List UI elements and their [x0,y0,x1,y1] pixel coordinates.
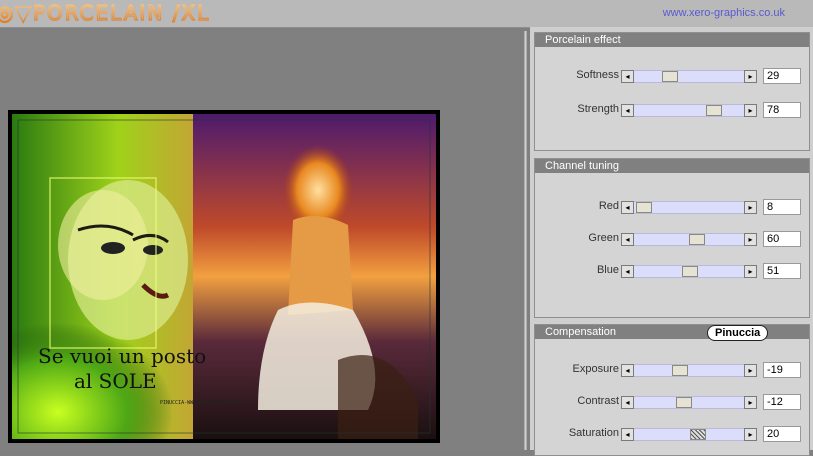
softness-value[interactable]: 29 [763,68,801,84]
softness-label: Softness [576,69,619,81]
exposure-thumb[interactable] [672,365,688,376]
blue-row: Blue ◂ ▸ 51 [535,263,809,279]
contrast-label: Contrast [577,395,619,407]
contrast-thumb[interactable] [676,397,692,408]
green-slider[interactable]: ◂ ▸ [621,233,757,246]
website-link[interactable]: www.xero-graphics.co.uk [663,7,785,19]
arrow-right-icon[interactable]: ▸ [744,233,757,246]
strength-label: Strength [577,103,619,115]
settings-panel: Porcelain effect Softness ◂ ▸ 29 Strengt… [530,27,813,456]
strength-row: Strength ◂ ▸ 78 [535,102,809,118]
blue-slider[interactable]: ◂ ▸ [621,265,757,278]
red-value[interactable]: 8 [763,199,801,215]
softness-slider[interactable]: ◂ ▸ [621,70,757,83]
arrow-right-icon[interactable]: ▸ [744,364,757,377]
exposure-row: Exposure ◂ ▸ -19 [535,362,809,378]
red-thumb[interactable] [636,202,652,213]
saturation-label: Saturation [568,427,619,439]
strength-thumb[interactable] [706,105,722,116]
image-caption-line1: Se vuoi un posto [38,344,206,368]
arrow-left-icon[interactable]: ◂ [621,428,634,441]
strength-value[interactable]: 78 [763,102,801,118]
red-label: Red [598,200,619,212]
arrow-right-icon[interactable]: ▸ [744,396,757,409]
saturation-row: Saturation ◂ ▸ 20 [535,426,809,442]
arrow-left-icon[interactable]: ◂ [621,233,634,246]
porcelain-effect-group: Porcelain effect Softness ◂ ▸ 29 Strengt… [534,32,810,151]
image-credit: PINUCCIA-WWW.MAIGNEGRAPHICS.IT [160,400,250,406]
arrow-right-icon[interactable]: ▸ [744,104,757,117]
exposure-value[interactable]: -19 [763,362,801,378]
green-row: Green ◂ ▸ 60 [535,231,809,247]
arrow-right-icon[interactable]: ▸ [744,428,757,441]
blue-value[interactable]: 51 [763,263,801,279]
exposure-label: Exposure [572,363,619,375]
arrow-right-icon[interactable]: ▸ [744,201,757,214]
red-row: Red ◂ ▸ 8 [535,199,809,215]
blue-thumb[interactable] [682,266,698,277]
contrast-slider[interactable]: ◂ ▸ [621,396,757,409]
arrow-left-icon[interactable]: ◂ [621,364,634,377]
contrast-value[interactable]: -12 [763,394,801,410]
red-slider[interactable]: ◂ ▸ [621,201,757,214]
porcelain-effect-title: Porcelain effect [535,33,809,47]
arrow-left-icon[interactable]: ◂ [621,70,634,83]
compensation-group: Compensation Pinuccia Exposure ◂ ▸ -19 C… [534,324,810,456]
softness-thumb[interactable] [662,71,678,82]
arrow-left-icon[interactable]: ◂ [621,265,634,278]
channel-tuning-title: Channel tuning [535,159,809,173]
preview-image: Se vuoi un posto al SOLE PINUCCIA-WWW.MA… [8,110,440,443]
green-value[interactable]: 60 [763,231,801,247]
pane-divider[interactable] [524,31,527,450]
saturation-value[interactable]: 20 [763,426,801,442]
softness-row: Softness ◂ ▸ 29 [535,68,809,84]
channel-tuning-group: Channel tuning Red ◂ ▸ 8 Green ◂ ▸ 60 Bl… [534,158,810,318]
green-label: Green [588,232,619,244]
compensation-title-text: Compensation [545,326,616,338]
arrow-right-icon[interactable]: ▸ [744,70,757,83]
exposure-slider[interactable]: ◂ ▸ [621,364,757,377]
image-caption-line2: al SOLE [74,369,157,393]
arrow-left-icon[interactable]: ◂ [621,201,634,214]
porcelain-xl-logo: ◎▼PORCELAIN /XL [0,0,265,26]
arrow-left-icon[interactable]: ◂ [621,396,634,409]
logo-text: ◎▼PORCELAIN /XL [0,1,210,25]
saturation-slider[interactable]: ◂ ▸ [621,428,757,441]
pinuccia-badge: Pinuccia [707,325,769,341]
title-bar: ◎▼PORCELAIN /XL www.xero-graphics.co.uk [0,0,813,28]
arrow-left-icon[interactable]: ◂ [621,104,634,117]
saturation-thumb[interactable] [690,429,706,440]
arrow-right-icon[interactable]: ▸ [744,265,757,278]
preview-pane: Se vuoi un posto al SOLE PINUCCIA-WWW.MA… [0,31,527,450]
compensation-title: Compensation Pinuccia [535,325,809,341]
strength-slider[interactable]: ◂ ▸ [621,104,757,117]
blue-label: Blue [596,264,619,276]
contrast-row: Contrast ◂ ▸ -12 [535,394,809,410]
green-thumb[interactable] [689,234,705,245]
